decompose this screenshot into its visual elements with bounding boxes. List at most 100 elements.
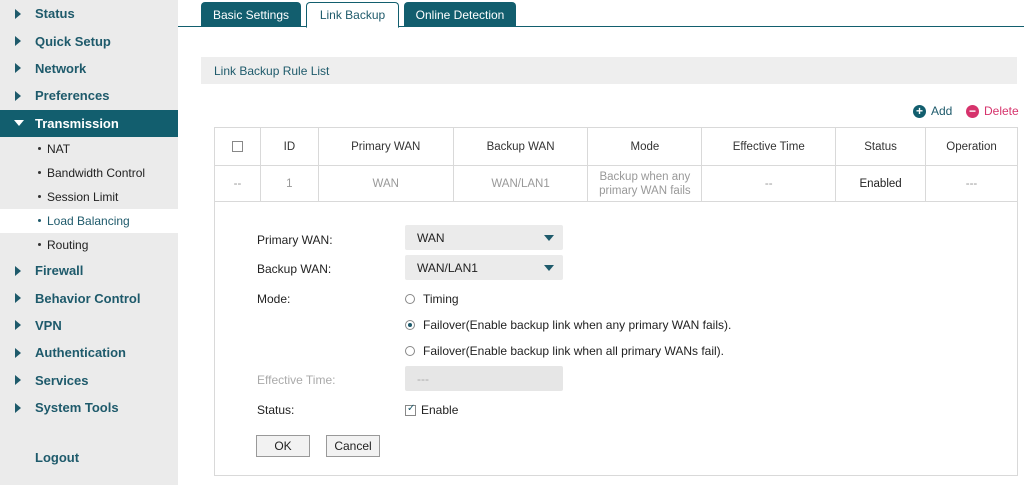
backup-wan-value: WAN/LAN1 <box>417 260 478 275</box>
column-header: ID <box>259 127 319 166</box>
effective-time-input: --- <box>405 366 563 391</box>
select-all-checkbox[interactable] <box>231 140 243 152</box>
tab-bar: Basic Settings Link Backup Online Detect… <box>178 0 1024 28</box>
edit-panel: Primary WAN: WAN Backup WAN: WAN/LAN1 Mo… <box>214 201 1018 476</box>
sidebar-subitem-nat[interactable]: NAT <box>0 137 178 161</box>
checkbox-checked[interactable]: ✓ <box>405 403 416 416</box>
column-header: Mode <box>587 127 703 166</box>
sidebar-subitem-session-limit[interactable]: Session Limit <box>0 185 178 209</box>
caret-right-icon <box>15 347 21 358</box>
cell-operation: --- <box>925 165 1018 202</box>
sidebar-item-label: Status <box>35 6 75 22</box>
rule-table: ID Primary WAN Backup WAN Mode Effective… <box>214 127 1018 202</box>
sidebar-item-preferences[interactable]: Preferences <box>0 82 178 109</box>
cell-backup-wan: WAN/LAN1 <box>452 165 589 202</box>
backup-wan-label: Backup WAN: <box>257 262 332 276</box>
radio-button[interactable] <box>405 346 415 356</box>
caret-right-icon <box>15 293 21 304</box>
column-header: Operation <box>925 127 1018 166</box>
caret-right-icon <box>15 90 21 101</box>
caret-right-icon <box>15 320 21 331</box>
sidebar-item-label: Network <box>35 60 87 76</box>
caret-right-icon <box>15 375 21 386</box>
table-row[interactable]: -- 1 WAN WAN/LAN1 Backup when any primar… <box>214 165 1018 202</box>
sidebar-subitem-label: Load Balancing <box>47 213 130 228</box>
radio-button[interactable] <box>405 294 415 304</box>
status-checkbox-label: Enable <box>421 403 459 417</box>
add-button[interactable]: + Add <box>913 104 952 118</box>
cell-mode: Backup when any primary WAN fails <box>587 165 703 202</box>
cell-status: Enabled <box>835 165 927 202</box>
mode-label: Mode: <box>257 292 291 306</box>
delete-label: Delete <box>984 104 1019 118</box>
sidebar-item-firewall[interactable]: Firewall <box>0 257 178 284</box>
effective-time-label: Effective Time: <box>257 373 336 387</box>
column-header: Effective Time <box>701 127 837 166</box>
bullet-icon <box>38 147 41 151</box>
logout-link[interactable]: Logout <box>35 450 79 465</box>
cancel-button[interactable]: Cancel <box>326 435 380 457</box>
backup-wan-select[interactable]: WAN/LAN1 <box>405 255 563 280</box>
cell-mode-line: primary WAN fails <box>599 184 691 197</box>
sidebar-item-label: Quick Setup <box>35 33 111 49</box>
sidebar-subitem-load-balancing[interactable]: Load Balancing <box>0 208 178 233</box>
tab-online-detection[interactable]: Online Detection <box>404 2 516 27</box>
dropdown-caret-icon <box>544 235 554 241</box>
sidebar-item-system-tools[interactable]: System Tools <box>0 394 178 421</box>
bullet-icon <box>38 195 41 199</box>
tab-basic-settings[interactable]: Basic Settings <box>201 2 301 27</box>
cell-select: -- <box>214 165 261 202</box>
sidebar-subitem-routing[interactable]: Routing <box>0 233 178 257</box>
caret-right-icon <box>15 8 21 19</box>
section-title: Link Backup Rule List <box>201 57 1017 84</box>
plus-icon: + <box>913 104 926 118</box>
caret-right-icon <box>15 36 21 47</box>
caret-right-icon <box>15 265 21 276</box>
caret-right-icon <box>15 63 21 74</box>
primary-wan-select[interactable]: WAN <box>405 225 563 250</box>
cell-effective-time: -- <box>701 165 837 202</box>
sidebar-item-label: Behavior Control <box>35 290 141 306</box>
sidebar-subitem-label: Bandwidth Control <box>47 165 146 180</box>
sidebar-item-network[interactable]: Network <box>0 55 178 82</box>
sidebar-item-label: VPN <box>35 317 62 333</box>
bullet-icon <box>38 171 41 175</box>
sidebar-item-vpn[interactable]: VPN <box>0 312 178 339</box>
sidebar-item-behavior-control[interactable]: Behavior Control <box>0 284 178 311</box>
bullet-icon <box>38 243 41 247</box>
sidebar-item-label: Transmission <box>35 115 119 131</box>
mode-option-label: Failover(Enable backup link when all pri… <box>423 344 724 358</box>
tab-link-backup[interactable]: Link Backup <box>306 2 399 28</box>
sidebar-item-status[interactable]: Status <box>0 0 178 27</box>
sidebar-item-label: System Tools <box>35 400 119 416</box>
mode-option-timing[interactable]: Timing <box>405 292 459 306</box>
status-label: Status: <box>257 403 295 417</box>
column-header: Status <box>835 127 927 166</box>
sidebar-subitem-bandwidth-control[interactable]: Bandwidth Control <box>0 161 178 185</box>
sidebar-item-services[interactable]: Services <box>0 367 178 394</box>
primary-wan-value: WAN <box>417 230 445 245</box>
cell-mode-line: Backup when any <box>599 170 691 183</box>
column-header: Backup WAN <box>452 127 589 166</box>
cell-id: 1 <box>259 165 319 202</box>
caret-down-icon <box>14 120 24 127</box>
sidebar-subitem-label: Session Limit <box>47 189 119 204</box>
ok-button[interactable]: OK <box>256 435 310 457</box>
sidebar-item-quick-setup[interactable]: Quick Setup <box>0 27 178 54</box>
primary-wan-label: Primary WAN: <box>257 233 333 247</box>
sidebar-item-authentication[interactable]: Authentication <box>0 339 178 366</box>
mode-option-label: Timing <box>423 292 459 306</box>
cell-primary-wan: WAN <box>317 165 454 202</box>
sidebar-item-transmission[interactable]: Transmission <box>0 109 178 137</box>
sidebar-item-label: Preferences <box>35 88 110 104</box>
status-enable-checkbox[interactable]: ✓ Enable <box>405 403 458 417</box>
column-header: Primary WAN <box>317 127 454 166</box>
mode-option-failover-any[interactable]: Failover(Enable backup link when any pri… <box>405 318 731 332</box>
delete-button[interactable]: − Delete <box>966 104 1019 118</box>
mode-option-failover-all[interactable]: Failover(Enable backup link when all pri… <box>405 344 724 358</box>
sidebar-subitem-label: NAT <box>47 141 71 156</box>
dropdown-caret-icon <box>544 265 554 271</box>
header-select-all[interactable] <box>214 127 261 166</box>
radio-button-checked[interactable] <box>405 320 415 330</box>
sidebar: Status Quick Setup Network Preferences T… <box>0 0 178 485</box>
